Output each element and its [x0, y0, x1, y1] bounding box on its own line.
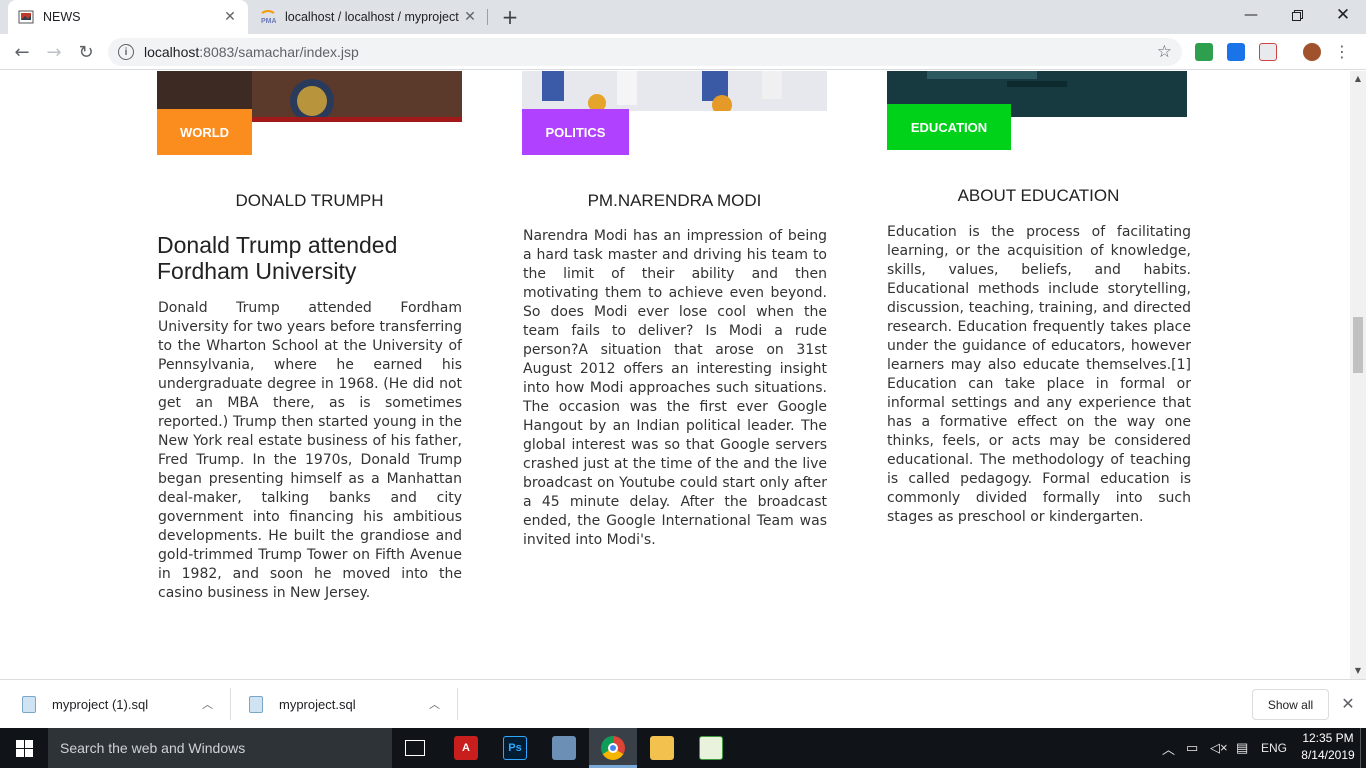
system-clock[interactable]: 12:35 PM 8/14/2019 [1298, 730, 1358, 764]
category-badge-education[interactable]: EDUCATION [887, 104, 1011, 150]
chrome-icon[interactable] [601, 736, 625, 760]
badge-label: POLITICS [545, 124, 606, 140]
url-path: :8083/samachar/index.jsp [199, 44, 359, 60]
article-headline: Donald Trump attended Fordham University [157, 232, 398, 284]
download-filename: myproject (1).sql [52, 696, 149, 712]
badge-label: EDUCATION [910, 119, 988, 135]
extension-search-icon[interactable] [1227, 43, 1245, 61]
file-explorer-icon[interactable] [650, 736, 674, 760]
tab-close-icon[interactable]: ✕ [462, 9, 478, 25]
minimize-icon[interactable]: — [1228, 0, 1274, 30]
windows-taskbar: Search the web and Windows A Ps ︿ ▭ ◁× ▤… [0, 728, 1366, 768]
article-subtitle: DONALD TRUMPH [235, 191, 384, 210]
svg-text:PMA: PMA [261, 18, 276, 25]
tab-strip: NEWS ✕ PMA localhost / localhost / mypro… [0, 0, 1366, 34]
bookmark-star-icon[interactable]: ☆ [1157, 42, 1172, 62]
keyboard-icon[interactable]: ▤ [1236, 728, 1248, 768]
phpmyadmin-favicon-icon: PMA [261, 10, 276, 25]
scroll-down-icon[interactable]: ▼ [1350, 663, 1366, 679]
url-host: localhost [144, 44, 200, 60]
language-indicator[interactable]: ENG [1261, 728, 1287, 768]
tab-divider [487, 9, 488, 25]
scroll-up-icon[interactable]: ▲ [1350, 71, 1366, 87]
clock-date: 8/14/2019 [1301, 748, 1355, 762]
reload-icon[interactable]: ↻ [72, 38, 100, 66]
article-subtitle: PM.NARENDRA MODI [587, 191, 762, 210]
article-body: Narendra Modi has an impression of being… [523, 228, 827, 548]
page-content: WORLD DONALD TRUMPH Donald Trump attende… [0, 71, 1350, 679]
scroll-thumb[interactable] [1353, 317, 1363, 373]
windows-start-icon[interactable] [0, 728, 48, 768]
category-badge-politics[interactable]: POLITICS [522, 109, 629, 155]
extension-pdf-icon[interactable] [1259, 43, 1277, 61]
article-subtitle: ABOUT EDUCATION [957, 186, 1120, 205]
restore-icon[interactable] [1274, 0, 1320, 30]
divider [457, 688, 458, 720]
photoshop-icon[interactable]: Ps [503, 736, 527, 760]
profile-avatar[interactable] [1303, 43, 1321, 61]
tab-phpmyadmin[interactable]: PMA localhost / localhost / myproject ✕ [250, 0, 488, 34]
taskbar-search-input[interactable]: Search the web and Windows [48, 728, 392, 768]
show-all-button[interactable]: Show all [1252, 689, 1329, 720]
sql-file-icon [22, 695, 36, 713]
browser-toolbar: ← → ↻ i localhost:8083/samachar/index.js… [0, 34, 1366, 70]
battery-icon[interactable]: ▭ [1186, 728, 1198, 768]
badge-label: WORLD [179, 124, 230, 140]
tab-title: NEWS [43, 10, 81, 24]
news-favicon-icon [18, 10, 34, 24]
chevron-up-icon[interactable]: ︿ [429, 696, 440, 712]
chevron-up-tray-icon[interactable]: ︿ [1162, 728, 1175, 768]
back-icon[interactable]: ← [8, 38, 36, 66]
address-bar[interactable]: i localhost:8083/samachar/index.jsp ☆ [108, 38, 1182, 66]
tab-title: localhost / localhost / myproject [285, 10, 459, 24]
forward-icon[interactable]: → [40, 38, 68, 66]
task-view-icon[interactable] [405, 740, 425, 756]
category-badge-world[interactable]: WORLD [157, 109, 252, 155]
page-scrollbar[interactable]: ▲ ▼ [1350, 71, 1366, 679]
virtualbox-icon[interactable] [552, 736, 576, 760]
sql-file-icon [249, 695, 263, 713]
article-body: Donald Trump attended Fordham University… [158, 300, 462, 601]
new-tab-icon[interactable]: + [498, 5, 522, 29]
clock-time: 12:35 PM [1302, 731, 1354, 745]
article-body: Education is the process of facilitating… [887, 224, 1191, 525]
notepad-icon[interactable] [699, 736, 723, 760]
download-item[interactable]: myproject (1).sql ︿ [22, 680, 222, 728]
download-shelf: myproject (1).sql ︿ myproject.sql ︿ Show… [0, 679, 1366, 728]
window-close-icon[interactable]: ✕ [1320, 0, 1366, 30]
tab-news[interactable]: NEWS ✕ [8, 0, 248, 34]
site-info-icon[interactable]: i [118, 44, 134, 60]
extension-sheets-icon[interactable] [1195, 43, 1213, 61]
download-item[interactable]: myproject.sql ︿ [249, 680, 449, 728]
show-desktop-button[interactable] [1360, 728, 1366, 768]
tab-close-icon[interactable]: ✕ [222, 9, 238, 25]
close-shelf-icon[interactable]: ✕ [1338, 694, 1358, 714]
divider [230, 688, 231, 720]
download-filename: myproject.sql [279, 696, 356, 712]
browser-menu-icon[interactable]: ⋮ [1334, 43, 1350, 61]
chevron-up-icon[interactable]: ︿ [202, 696, 213, 712]
acrobat-icon[interactable]: A [454, 736, 478, 760]
volume-mute-icon[interactable]: ◁× [1210, 728, 1228, 768]
